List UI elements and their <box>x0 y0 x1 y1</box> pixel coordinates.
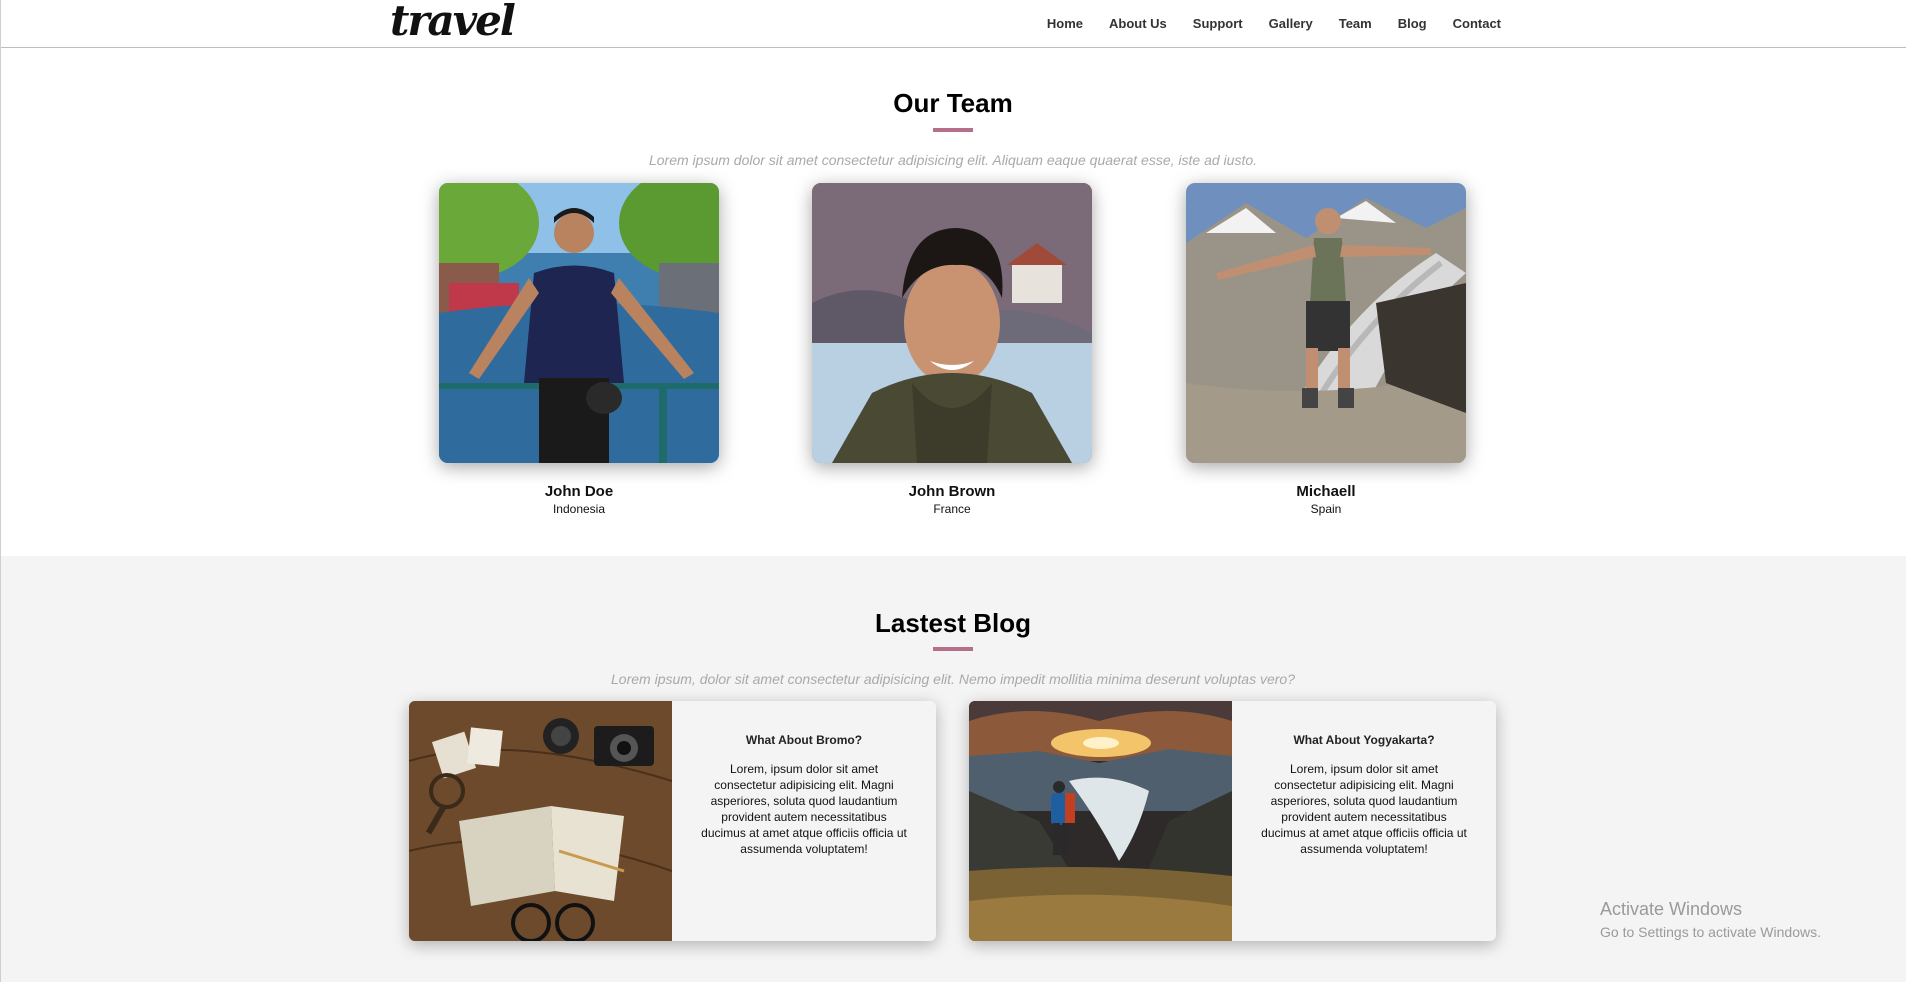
team-title: Our Team <box>893 88 1013 118</box>
member-name: John Brown <box>908 483 996 500</box>
team-member-card: John Brown France <box>812 183 1092 516</box>
member-country: Spain <box>1310 502 1342 516</box>
member-country: France <box>933 502 971 516</box>
blog-title: Lastest Blog <box>874 608 1032 638</box>
member-name: John Doe <box>544 483 614 500</box>
team-subtitle: Lorem ipsum dolor sit amet consectetur a… <box>648 152 1258 168</box>
activate-subtitle: Go to Settings to activate Windows. <box>1600 924 1821 940</box>
member-photo <box>439 183 719 463</box>
blog-card[interactable]: What About Bromo? Lorem, ipsum dolor sit… <box>409 701 936 941</box>
nav-home[interactable]: Home <box>1047 16 1083 31</box>
window-border <box>0 0 1 982</box>
nav-blog[interactable]: Blog <box>1398 16 1427 31</box>
blog-card-image <box>969 701 1232 941</box>
team-member-card: Michaell Spain <box>1186 183 1466 516</box>
site-header: travel Home About Us Support Gallery Tea… <box>0 0 1906 48</box>
site-logo[interactable]: travel <box>390 0 516 45</box>
page: travel Home About Us Support Gallery Tea… <box>0 0 1906 982</box>
member-photo <box>812 183 1092 463</box>
main-nav: Home About Us Support Gallery Team Blog … <box>1021 0 1501 46</box>
member-photo <box>1186 183 1466 463</box>
nav-contact[interactable]: Contact <box>1453 16 1501 31</box>
nav-support[interactable]: Support <box>1193 16 1243 31</box>
blog-card-body: What About Yogyakarta? Lorem, ipsum dolo… <box>1232 701 1496 941</box>
nav-team[interactable]: Team <box>1339 16 1372 31</box>
blog-card-text: Lorem, ipsum dolor sit amet consectetur … <box>701 762 907 856</box>
blog-card[interactable]: What About Yogyakarta? Lorem, ipsum dolo… <box>969 701 1496 941</box>
blog-title-underline <box>933 647 973 651</box>
nav-gallery[interactable]: Gallery <box>1269 16 1313 31</box>
blog-subtitle: Lorem ipsum, dolor sit amet consectetur … <box>611 671 1295 687</box>
nav-about-us[interactable]: About Us <box>1109 16 1167 31</box>
blog-card-title[interactable]: What About Yogyakarta? <box>1260 733 1468 747</box>
member-country: Indonesia <box>552 502 606 516</box>
team-title-underline <box>933 128 973 132</box>
blog-card-body: What About Bromo? Lorem, ipsum dolor sit… <box>672 701 936 941</box>
member-name: Michaell <box>1296 483 1356 500</box>
blog-card-text: Lorem, ipsum dolor sit amet consectetur … <box>1261 762 1467 856</box>
blog-card-title[interactable]: What About Bromo? <box>700 733 908 747</box>
team-section: Our Team Lorem ipsum dolor sit amet cons… <box>0 48 1906 556</box>
windows-activation-watermark: Activate Windows Go to Settings to activ… <box>1600 899 1821 940</box>
activate-title: Activate Windows <box>1600 899 1743 919</box>
team-member-card: John Doe Indonesia <box>439 183 719 516</box>
blog-card-image <box>409 701 673 941</box>
